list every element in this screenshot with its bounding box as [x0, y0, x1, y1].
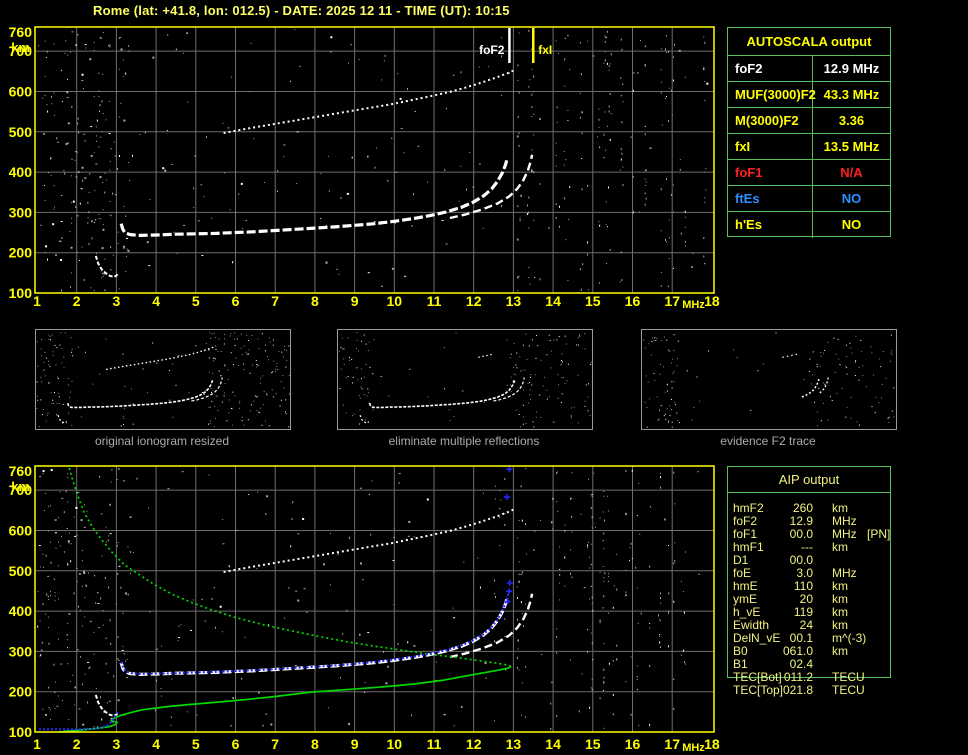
svg-text:13: 13 [506, 736, 522, 752]
parameter-value: 13.5 MHz [823, 139, 880, 154]
parameter-name: ftEs [728, 186, 813, 211]
ionogram-plot-top: foF2 fxI760km1002003004005006007001 2 3 4 5 6 7… [9, 24, 720, 311]
svg-text:3: 3 [113, 293, 121, 309]
parameter-value: 43.3 MHz [823, 87, 880, 102]
aip-table-title: AIP output [778, 472, 840, 487]
svg-text:4: 4 [152, 736, 160, 752]
autoscala-window: Rome (lat: +41.8, lon: 012.5) - DATE: 20… [0, 0, 968, 755]
aip-extra: [PN] [867, 527, 891, 541]
marker-label-fxI: fxI [538, 43, 552, 57]
autoscala-row-foF2: foF2 12.9 MHz [728, 56, 890, 82]
svg-text:600: 600 [9, 522, 33, 538]
svg-text:2: 2 [73, 293, 81, 309]
autoscala-row-MUF(3000)F2: MUF(3000)F2 43.3 MHz [728, 82, 890, 108]
svg-text:500: 500 [9, 563, 33, 579]
svg-text:2: 2 [73, 736, 81, 752]
svg-text:16: 16 [625, 736, 641, 752]
svg-text:12: 12 [466, 736, 482, 752]
svg-text:14: 14 [545, 736, 561, 752]
profile-plot-bottom: 760km1002003004005006007001 2 3 4 5 6 7 8 9 10 11 1… [9, 463, 720, 754]
parameter-name: foF1 [728, 160, 813, 185]
thumbnail-caption: evidence F2 trace [720, 434, 816, 448]
svg-text:500: 500 [9, 124, 33, 140]
svg-text:12: 12 [466, 293, 482, 309]
svg-text:10: 10 [387, 736, 403, 752]
svg-text:1: 1 [33, 736, 41, 752]
autoscala-row-ftEs: ftEs NO [728, 186, 890, 212]
parameter-name: foF2 [728, 56, 813, 81]
svg-text:4: 4 [152, 293, 160, 309]
svg-text:400: 400 [9, 164, 33, 180]
svg-text:16: 16 [625, 293, 641, 309]
aip-value: 021.8 [782, 683, 813, 697]
parameter-value: NO [841, 217, 862, 232]
autoscala-table-rows: foF2 12.9 MHz MUF(3000)F2 43.3 MHz M(3000)F2… [728, 56, 890, 238]
parameter-value: 3.36 [838, 113, 865, 128]
parameter-name: h'Es [728, 212, 813, 238]
aip-output-panel: AIP output hmF2 260 km foF2 12.9 MHz foF1 00.0 M… [727, 466, 893, 706]
aip-header-divider [728, 492, 890, 493]
svg-text:7: 7 [271, 293, 279, 309]
svg-text:MHz: MHz [682, 742, 705, 754]
svg-text:14: 14 [545, 293, 561, 309]
aip-unit: km [832, 540, 848, 554]
svg-text:6: 6 [232, 736, 240, 752]
parameter-value: 12.9 MHz [823, 61, 880, 76]
svg-text:300: 300 [9, 204, 33, 220]
thumbnail-caption: original ionogram resized [94, 434, 230, 448]
svg-text:9: 9 [351, 736, 359, 752]
svg-text:11: 11 [427, 736, 442, 752]
svg-text:5: 5 [192, 293, 200, 309]
thumbnail-eliminate-reflections [337, 329, 593, 430]
svg-text:8: 8 [311, 293, 319, 309]
svg-text:200: 200 [9, 245, 33, 261]
svg-text:8: 8 [311, 736, 319, 752]
svg-text:1: 1 [33, 293, 41, 309]
svg-text:3: 3 [113, 736, 121, 752]
svg-text:700: 700 [9, 43, 33, 59]
svg-text:15: 15 [585, 736, 601, 752]
autoscala-row-foF1: foF1 N/A [728, 160, 890, 186]
svg-text:15: 15 [585, 293, 601, 309]
autoscala-row-fxI: fxI 13.5 MHz [728, 134, 890, 160]
marker-label-foF2: foF2 [479, 43, 505, 57]
svg-text:11: 11 [427, 293, 442, 309]
svg-text:17: 17 [664, 293, 680, 309]
svg-text:5: 5 [192, 736, 200, 752]
aip-unit: TECU [832, 683, 865, 697]
parameter-name: MUF(3000)F2 [728, 82, 816, 107]
svg-text:18: 18 [704, 736, 720, 752]
svg-text:400: 400 [9, 603, 33, 619]
autoscala-row-h'Es: h'Es NO [728, 212, 890, 238]
thumbnail-caption: eliminate multiple reflections [388, 434, 540, 448]
parameter-value: NO [841, 191, 862, 206]
svg-text:100: 100 [9, 285, 33, 301]
svg-text:760: 760 [9, 463, 33, 479]
autoscala-row-M(3000)F2: M(3000)F2 3.36 [728, 108, 890, 134]
svg-text:300: 300 [9, 643, 33, 659]
svg-text:7: 7 [271, 736, 279, 752]
aip-unit: km [832, 644, 848, 658]
autoscala-table-title: AUTOSCALA output [728, 28, 890, 56]
svg-text:13: 13 [506, 293, 522, 309]
thumbnail-evidence-f2-trace [641, 329, 897, 430]
svg-text:MHz: MHz [682, 299, 705, 311]
parameter-value: N/A [840, 165, 863, 180]
svg-text:18: 18 [704, 293, 720, 309]
svg-text:17: 17 [664, 736, 680, 752]
svg-text:6: 6 [232, 293, 240, 309]
parameter-name: fxI [728, 134, 813, 159]
parameter-name: M(3000)F2 [728, 108, 813, 133]
thumbnail-original-ionogram [35, 329, 291, 430]
autoscala-output-table: AUTOSCALA output foF2 12.9 MHz MUF(3000)F2… [727, 27, 891, 238]
svg-text:700: 700 [9, 482, 33, 498]
svg-text:760: 760 [9, 24, 33, 40]
svg-text:100: 100 [9, 724, 33, 740]
svg-text:600: 600 [9, 83, 33, 99]
svg-text:9: 9 [351, 293, 359, 309]
svg-text:10: 10 [387, 293, 403, 309]
aip-row-TEC[Top]: TEC[Top] 021.8 TECU [727, 684, 893, 697]
svg-text:200: 200 [9, 684, 33, 700]
